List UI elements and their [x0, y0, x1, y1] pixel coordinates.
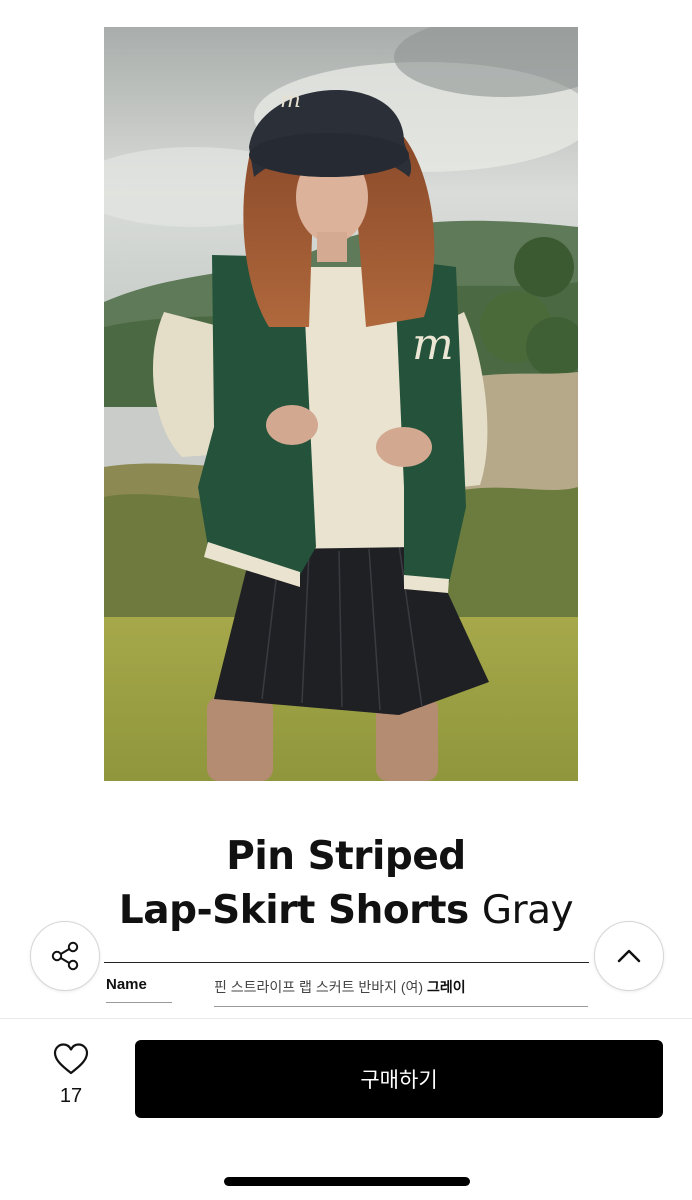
- spec-name-value-text: 핀 스트라이프 랩 스커트 반바지 (여): [214, 979, 427, 995]
- product-name-text: Lap-Skirt Shorts: [118, 888, 469, 933]
- bottom-bar-divider: [0, 1018, 692, 1019]
- chevron-up-icon: [617, 949, 641, 963]
- heart-icon: [53, 1043, 89, 1075]
- spec-name-label: Name: [106, 976, 172, 1003]
- spec-table-top-rule: [104, 962, 589, 963]
- share-button[interactable]: [30, 921, 100, 991]
- product-title-line-1: Pin Striped: [226, 834, 466, 879]
- product-title: Pin Striped Lap-Skirt Shorts Gray: [60, 830, 632, 938]
- like-count: 17: [59, 1085, 83, 1107]
- svg-text:m: m: [412, 319, 454, 370]
- product-detail-page: m m Pin Striped Lap-Skirt Shorts Gray Na…: [0, 0, 692, 1200]
- product-title-line-2: Lap-Skirt Shorts Gray: [60, 884, 632, 938]
- home-indicator: [224, 1177, 470, 1186]
- spec-name-value-color: 그레이: [426, 979, 466, 995]
- product-photo-illustration: m m: [104, 27, 578, 781]
- like-button[interactable]: 17: [40, 1042, 102, 1108]
- spec-name-value: 핀 스트라이프 랩 스커트 반바지 (여) 그레이: [214, 977, 588, 1007]
- share-icon: [51, 941, 79, 971]
- product-variant-text: Gray: [481, 888, 574, 933]
- scroll-to-top-button[interactable]: [594, 921, 664, 991]
- product-photo: m m: [104, 27, 578, 781]
- svg-text:m: m: [280, 88, 301, 113]
- buy-button[interactable]: 구매하기: [135, 1040, 663, 1118]
